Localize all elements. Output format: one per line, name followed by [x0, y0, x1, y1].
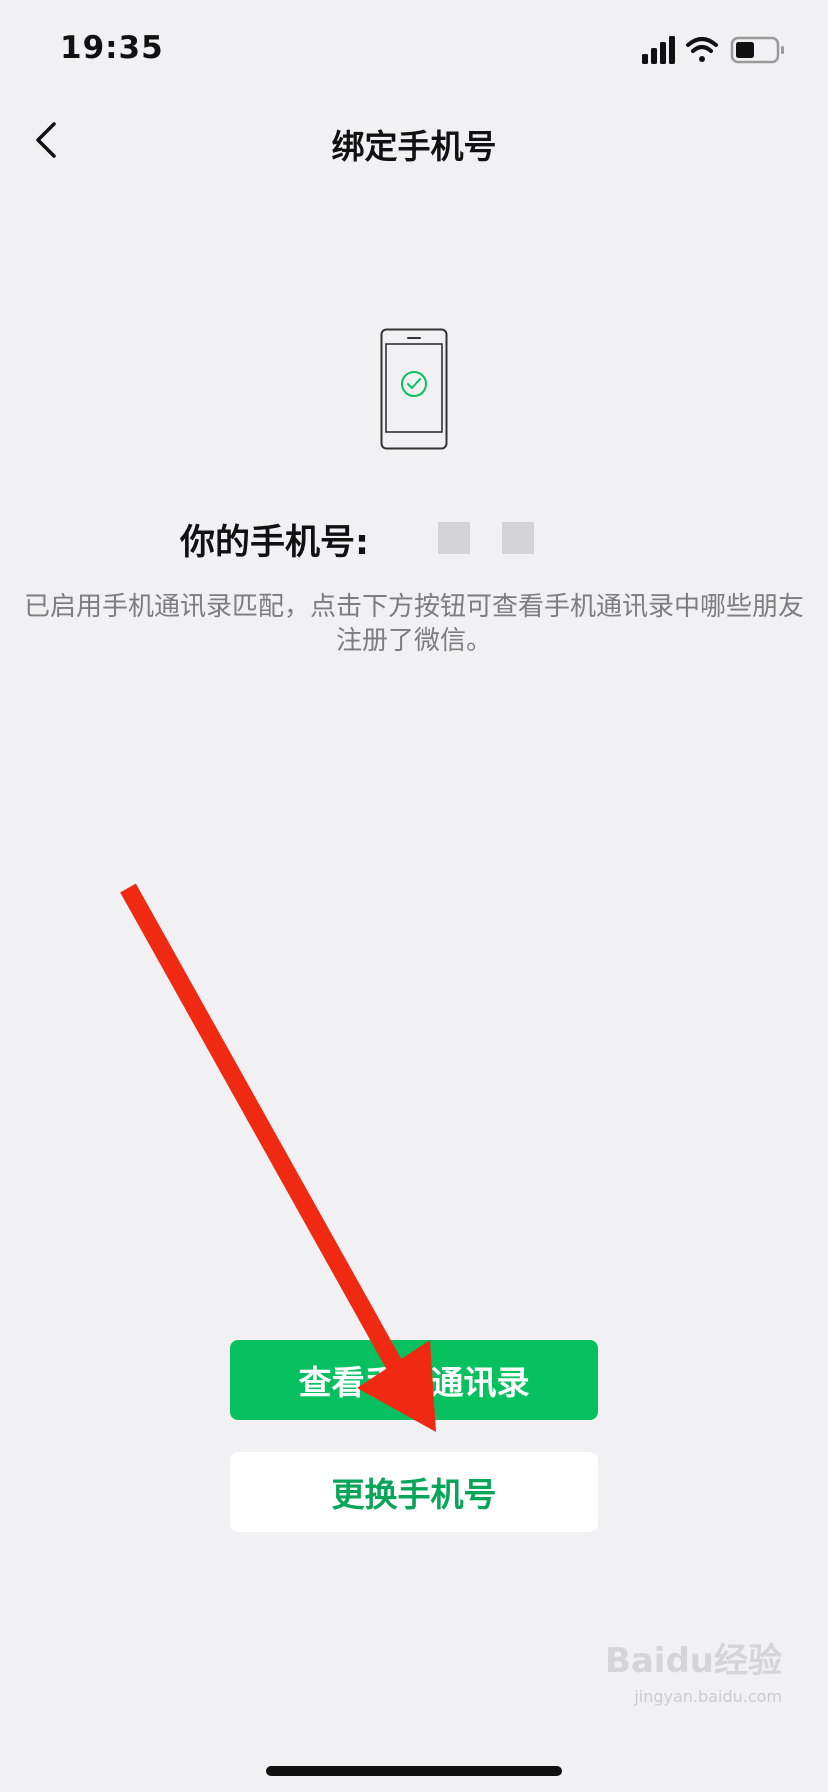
contacts-description: 已启用手机通讯录匹配，点击下方按钮可查看手机通讯录中哪些朋友注册了微信。	[23, 592, 804, 656]
status-bar: 19:35	[0, 0, 828, 100]
baidu-watermark-url: jingyan.baidu.com	[634, 1687, 782, 1706]
baidu-watermark: Baidu经验	[604, 1641, 782, 1681]
battery-icon	[730, 36, 784, 64]
status-icons	[642, 36, 784, 64]
signal-icon	[642, 36, 675, 64]
page-title: 绑定手机号	[331, 127, 497, 166]
phone-check-icon	[380, 328, 448, 450]
status-time: 19:35	[60, 30, 164, 66]
wifi-icon	[686, 37, 718, 62]
change-phone-button[interactable]: 更换手机号	[230, 1452, 598, 1532]
navigation-bar: 绑定手机号	[0, 100, 828, 182]
view-contacts-button[interactable]: 查看手机通讯录	[230, 1340, 598, 1420]
phone-number-label: 你的手机号:	[180, 523, 369, 563]
home-indicator[interactable]	[266, 1766, 562, 1776]
phone-number-redacted	[502, 522, 534, 554]
phone-number-redacted	[438, 522, 470, 554]
